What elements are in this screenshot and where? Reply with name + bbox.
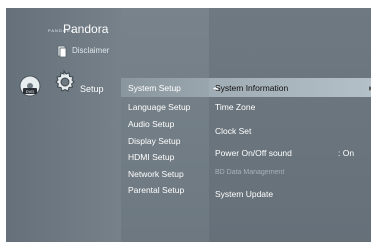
setup-item-hdmi[interactable]: HDMI Setup [128, 152, 174, 162]
disclaimer-label[interactable]: Disclaimer [72, 46, 109, 55]
setup-label[interactable]: Setup [80, 84, 104, 94]
menu-panel: PANDORA Pandora Disclaimer DVD Setup Sys… [6, 8, 371, 242]
system-item-update[interactable]: System Update [215, 189, 273, 199]
system-item-clock[interactable]: Clock Set [215, 126, 251, 136]
left-pane [6, 8, 121, 242]
system-menu-column [209, 8, 371, 242]
gear-icon[interactable] [52, 69, 76, 93]
dvd-disc-icon[interactable]: DVD [19, 75, 41, 97]
system-item-power-sound[interactable]: Power On/Off sound [215, 148, 292, 158]
setup-item-parental[interactable]: Parental Setup [128, 185, 184, 195]
power-sound-value: : On [338, 148, 355, 158]
triangle-right-icon: ▶ [369, 85, 371, 92]
logo: Pandora [63, 22, 109, 36]
setup-item-system[interactable]: System Setup [128, 83, 181, 93]
setup-item-network[interactable]: Network Setup [128, 169, 184, 179]
setup-item-display[interactable]: Display Setup [128, 136, 180, 146]
setup-item-language[interactable]: Language Setup [128, 102, 190, 112]
setup-item-audio[interactable]: Audio Setup [128, 119, 174, 129]
screen: PANDORA Pandora Disclaimer DVD Setup Sys… [0, 0, 377, 246]
system-item-information[interactable]: System Information [215, 83, 288, 93]
disc-icon [57, 45, 67, 58]
system-item-bd-data: BD Data Management [215, 169, 285, 176]
svg-text:DVD: DVD [26, 89, 35, 94]
system-item-timezone[interactable]: Time Zone [215, 102, 255, 112]
